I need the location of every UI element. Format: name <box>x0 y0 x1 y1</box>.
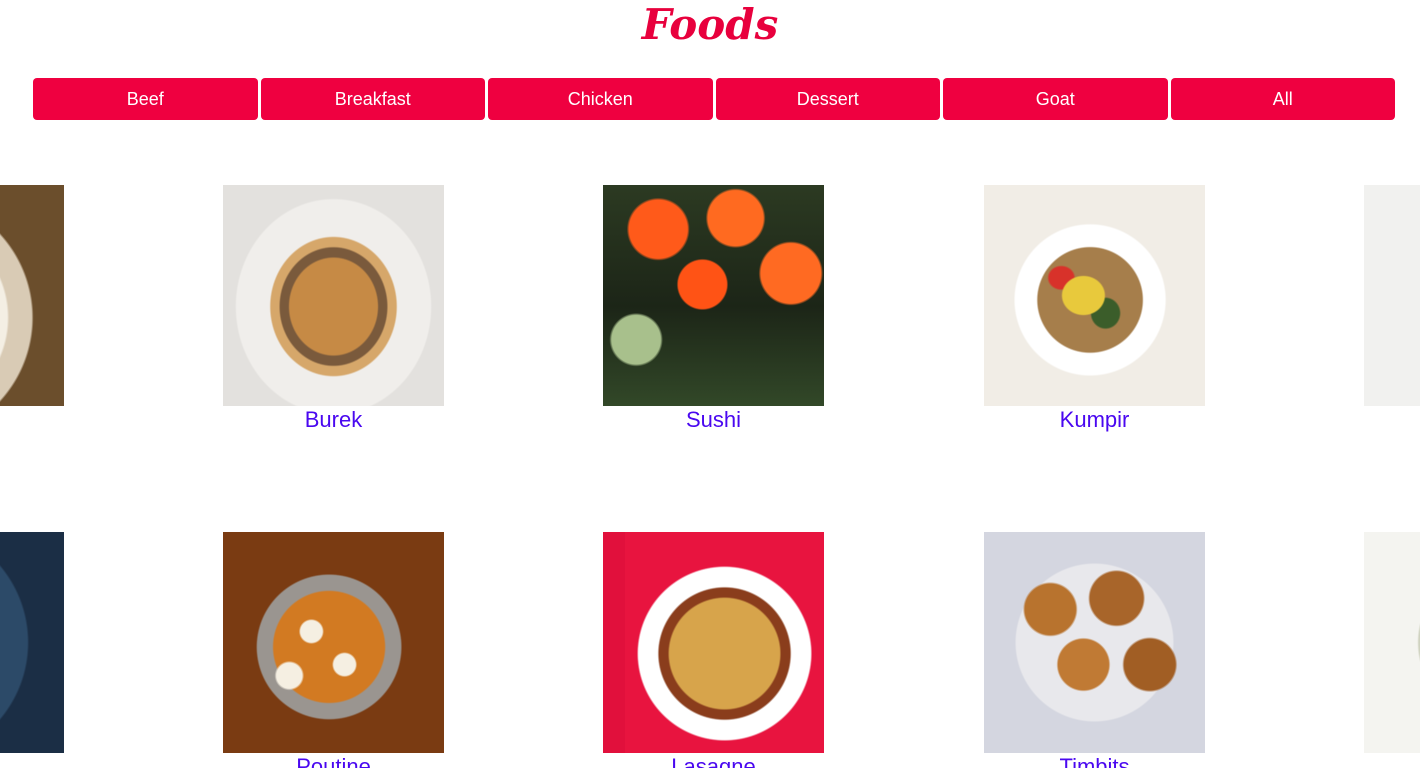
kumpir-photo[interactable] <box>984 185 1205 406</box>
food-name-link[interactable]: Poutine <box>223 753 444 768</box>
food-name-link[interactable]: Timbits <box>984 753 1205 768</box>
poutine-photo[interactable] <box>223 532 444 753</box>
food-card[interactable]: Timbits <box>984 532 1205 768</box>
food-name-link[interactable]: Kumpir <box>984 406 1205 434</box>
food-name-link[interactable]: Burek <box>223 406 444 434</box>
food-name-link[interactable]: Sushi <box>603 406 824 434</box>
timbits-photo[interactable] <box>984 532 1205 753</box>
soup-photo[interactable] <box>0 185 64 406</box>
curry-photo[interactable] <box>0 532 64 753</box>
food-card[interactable] <box>1364 532 1420 753</box>
food-card[interactable]: Kumpir <box>984 185 1205 434</box>
foods-page: Foods Beef Breakfast Chicken Dessert Goa… <box>0 0 1420 768</box>
food-card[interactable]: Sushi <box>603 185 824 434</box>
falafel-photo[interactable] <box>1364 185 1420 406</box>
food-card[interactable]: Burek <box>223 185 444 434</box>
sushi-photo[interactable] <box>603 185 824 406</box>
food-grid: Burek Sushi Kumpir Poutine Lasagne Timbi… <box>0 0 1420 768</box>
food-card[interactable]: Lasagne <box>603 532 824 768</box>
food-card[interactable]: Poutine <box>223 532 444 768</box>
food-name-link[interactable]: Lasagne <box>603 753 824 768</box>
burek-photo[interactable] <box>223 185 444 406</box>
dumpling-photo[interactable] <box>1364 532 1420 753</box>
lasagne-photo[interactable] <box>603 532 824 753</box>
food-card[interactable] <box>0 532 64 753</box>
food-card[interactable] <box>1364 185 1420 406</box>
food-card[interactable] <box>0 185 64 406</box>
